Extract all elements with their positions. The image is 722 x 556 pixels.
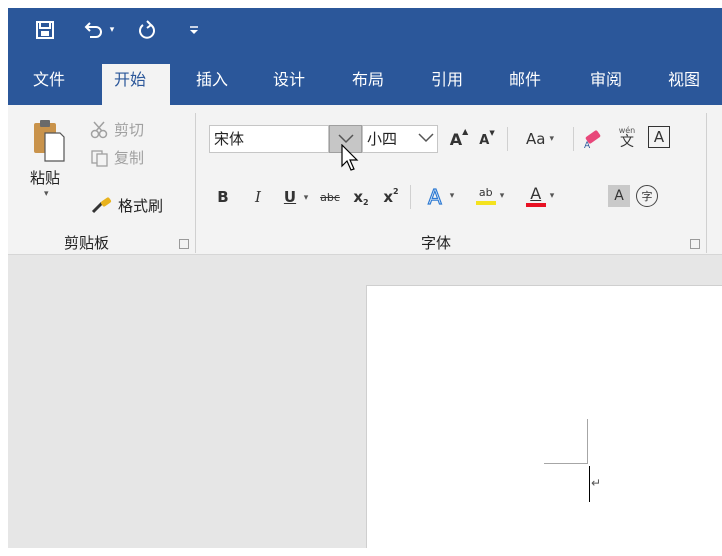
phonetic-guide-button[interactable]: wén 文 <box>614 123 640 153</box>
ribbon-home: 粘贴 ▾ 剪切 复制 格式刷 剪贴板 宋体 小四 A ▲ A ▼ Aa ▾ A … <box>8 105 722 255</box>
superscript-mark: 2 <box>393 186 399 196</box>
save-icon[interactable] <box>32 17 58 43</box>
text-cursor <box>589 466 590 502</box>
cut-button[interactable]: 剪切 <box>90 119 144 140</box>
highlight-button[interactable]: ab ▾ <box>468 183 512 209</box>
font-color-letter: A <box>530 183 542 203</box>
font-group-label: 字体 <box>421 234 452 252</box>
highlight-color-bar <box>475 201 496 205</box>
eraser-icon: A <box>584 130 601 149</box>
strikethrough-button[interactable]: abc <box>316 185 344 209</box>
tab-mailings[interactable]: 邮件 <box>497 64 553 105</box>
paste-label[interactable]: 粘贴 <box>30 167 60 188</box>
title-bar: ▾ <box>8 8 722 52</box>
superscript-label: x <box>383 188 394 206</box>
change-case-label: Aa <box>526 130 546 148</box>
subscript-label: x <box>353 188 364 206</box>
underline-button[interactable]: U <box>280 185 300 209</box>
svg-text:A: A <box>428 185 442 208</box>
text-effects-dropdown-icon: ▾ <box>449 191 455 201</box>
change-case-dropdown-icon: ▾ <box>549 134 554 144</box>
phonetic-char-label: 文 <box>620 134 634 150</box>
superscript-button[interactable]: x2 <box>380 185 402 209</box>
clipboard-icon <box>34 120 65 162</box>
separator <box>507 127 508 151</box>
font-size-input[interactable]: 小四 <box>362 125 438 153</box>
underline-dropdown-icon[interactable]: ▾ <box>301 189 311 207</box>
copy-icon <box>91 149 108 167</box>
separator <box>573 127 574 151</box>
highlight-label: ab <box>478 186 493 199</box>
grow-arrow-icon: ▲ <box>462 126 469 136</box>
paste-button[interactable] <box>30 117 66 165</box>
tab-file[interactable]: 文件 <box>21 64 77 105</box>
svg-text:A: A <box>584 141 591 149</box>
clipboard-launcher-icon[interactable] <box>179 239 189 249</box>
highlight-dropdown-icon: ▾ <box>499 191 505 201</box>
scissors-icon <box>90 121 108 138</box>
character-border-button[interactable]: A <box>648 126 670 148</box>
mouse-pointer-icon <box>341 144 359 171</box>
highlighter-icon: ab <box>475 186 496 205</box>
undo-icon[interactable] <box>80 17 106 43</box>
clear-formatting-button[interactable]: A <box>580 127 606 151</box>
change-case-button[interactable]: Aa ▾ <box>516 127 564 151</box>
font-name-input[interactable]: 宋体 <box>209 125 329 153</box>
cut-label: 剪切 <box>114 121 145 139</box>
shrink-font-button[interactable]: A ▼ <box>476 129 498 151</box>
chevron-down-icon[interactable] <box>418 132 434 144</box>
font-color-button[interactable]: A ▾ <box>518 183 562 209</box>
grow-font-button[interactable]: A ▲ <box>448 127 470 151</box>
tab-home[interactable]: 开始 <box>102 64 170 105</box>
ribbon-tabs: 文件 开始 插入 设计 布局 引用 邮件 审阅 视图 <box>8 52 722 105</box>
tab-view[interactable]: 视图 <box>656 64 712 105</box>
copy-label: 复制 <box>114 149 145 167</box>
tab-design[interactable]: 设计 <box>261 64 317 105</box>
paragraph-mark: ↵ <box>591 476 602 490</box>
font-color-icon: A <box>525 183 546 207</box>
text-effects-button[interactable]: A ▾ <box>418 183 462 209</box>
tab-layout[interactable]: 布局 <box>340 64 396 105</box>
bold-button[interactable]: B <box>213 185 233 209</box>
font-color-bar <box>525 202 546 207</box>
subscript-button[interactable]: x2 <box>350 185 372 209</box>
subscript-mark: 2 <box>363 197 369 207</box>
margin-corner-horizontal <box>544 463 588 464</box>
redo-icon[interactable] <box>134 17 160 43</box>
format-painter-button[interactable]: 格式刷 <box>90 195 163 216</box>
group-divider <box>706 113 707 253</box>
copy-button[interactable]: 复制 <box>90 147 144 168</box>
format-painter-icon <box>91 196 112 213</box>
separator <box>410 185 411 209</box>
document-page[interactable]: ↵ <box>366 285 722 548</box>
clipboard-group-label: 剪贴板 <box>64 234 110 252</box>
shrink-arrow-icon: ▼ <box>489 129 495 137</box>
enclose-characters-button[interactable]: 字 <box>636 185 658 207</box>
character-shading-button[interactable]: A <box>608 185 630 207</box>
font-launcher-icon[interactable] <box>690 239 700 249</box>
group-divider <box>195 113 196 253</box>
text-effects-icon: A <box>427 184 442 208</box>
italic-button[interactable]: I <box>248 185 268 209</box>
tab-references[interactable]: 引用 <box>419 64 475 105</box>
margin-corner-vertical <box>587 419 588 464</box>
tab-review[interactable]: 审阅 <box>578 64 634 105</box>
format-painter-label: 格式刷 <box>118 197 164 215</box>
font-color-dropdown-icon: ▾ <box>549 191 555 201</box>
undo-dropdown-icon[interactable]: ▾ <box>106 17 118 43</box>
font-size-value: 小四 <box>367 130 398 148</box>
paste-dropdown-icon[interactable]: ▾ <box>44 189 49 199</box>
tab-insert[interactable]: 插入 <box>184 64 240 105</box>
word-window: ▾ 文件 开始 插入 设计 布局 引用 邮件 审阅 视图 粘贴 ▾ 剪切 复制 … <box>8 8 722 548</box>
customize-toolbar-icon[interactable] <box>186 17 202 43</box>
chevron-down-icon <box>337 134 354 144</box>
